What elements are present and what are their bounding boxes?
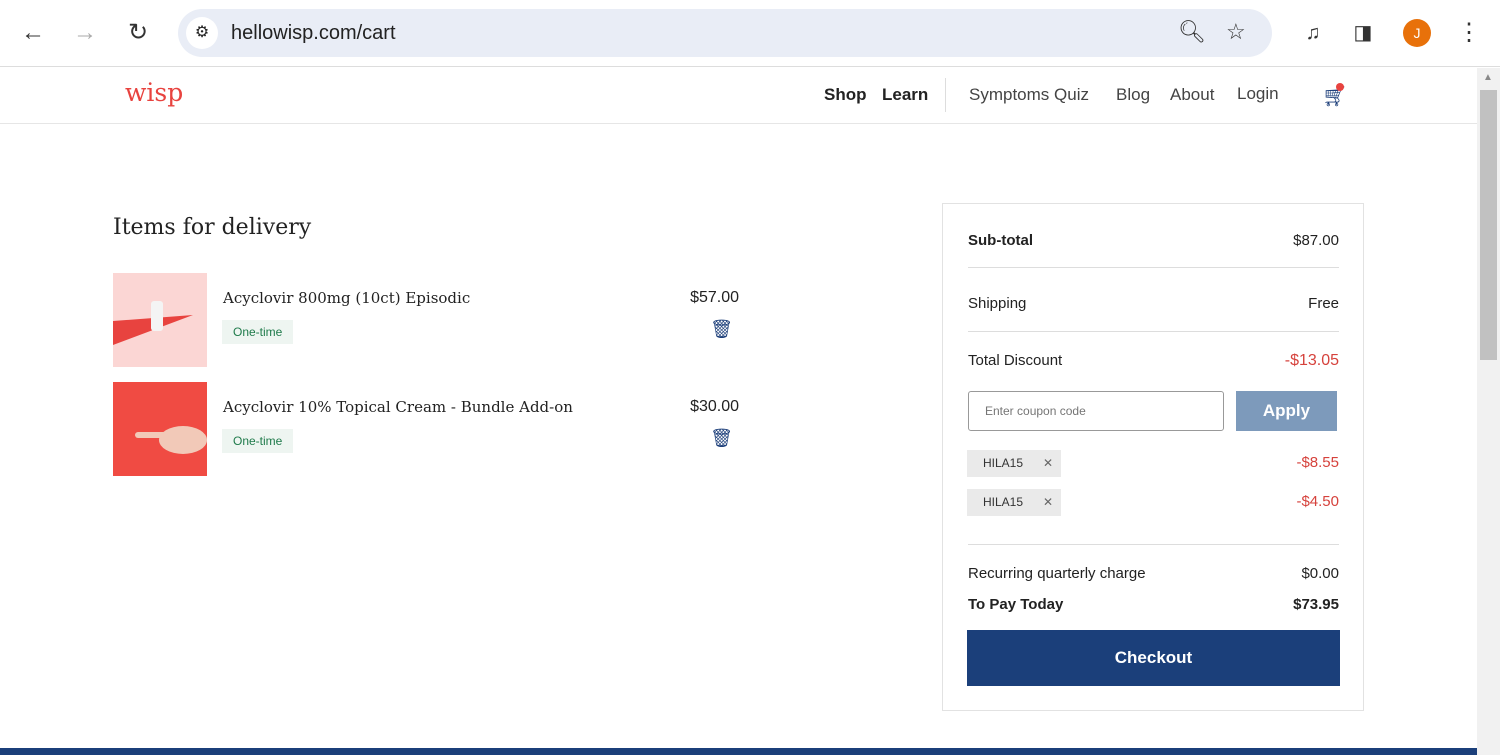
- pay-today-label: To Pay Today: [968, 596, 1064, 613]
- browser-toolbar: ← → ↻ ⚙ hellowisp.com/cart 🔍︎ ☆ ♫ ◨ J ⋮: [0, 0, 1500, 67]
- coupon-amount: -$4.50: [1296, 493, 1339, 510]
- nav-login[interactable]: Login: [1237, 84, 1279, 104]
- site-settings-icon[interactable]: ⚙: [186, 17, 218, 49]
- nav-divider: [945, 78, 946, 112]
- coupon-input[interactable]: [968, 391, 1224, 431]
- forward-icon[interactable]: →: [70, 18, 100, 48]
- trash-icon[interactable]: 🗑︎: [710, 428, 733, 449]
- item-name[interactable]: Acyclovir 800mg (10ct) Episodic: [223, 289, 470, 307]
- item-price: $57.00: [690, 289, 739, 306]
- url-text[interactable]: hellowisp.com/cart: [231, 22, 396, 45]
- footer-bar: [0, 748, 1477, 755]
- item-name[interactable]: Acyclovir 10% Topical Cream - Bundle Add…: [223, 398, 573, 416]
- shipping-row: Shipping Free: [968, 295, 1339, 312]
- checkout-button[interactable]: Checkout: [967, 630, 1340, 686]
- one-time-badge: One-time: [222, 320, 294, 344]
- cart-title: Items for delivery: [113, 215, 312, 240]
- coupon-amount: -$8.55: [1296, 454, 1339, 471]
- subtotal-label: Sub-total: [968, 232, 1033, 249]
- nav-blog[interactable]: Blog: [1116, 85, 1150, 105]
- cart-item: Acyclovir 800mg (10ct) Episodic One-time…: [113, 273, 743, 367]
- recurring-row: Recurring quarterly charge $0.00: [968, 565, 1339, 582]
- cart-item: Acyclovir 10% Topical Cream - Bundle Add…: [113, 382, 743, 476]
- wisp-logo[interactable]: wisp: [125, 78, 183, 107]
- product-image-cream: [113, 382, 207, 476]
- coupon-chip: HILA15 ✕: [967, 450, 1061, 477]
- scroll-up-icon[interactable]: ▲: [1483, 72, 1493, 83]
- back-icon[interactable]: ←: [18, 18, 48, 48]
- address-bar[interactable]: ⚙ hellowisp.com/cart 🔍︎ ☆: [178, 9, 1272, 57]
- item-price: $30.00: [690, 398, 739, 415]
- divider: [968, 267, 1339, 268]
- coupon-code: HILA15: [983, 456, 1024, 470]
- discount-row: Total Discount -$13.05: [968, 352, 1339, 369]
- cart-notification-dot: [1336, 83, 1344, 91]
- zoom-icon[interactable]: 🔍︎: [1178, 19, 1206, 45]
- reload-icon[interactable]: ↻: [123, 18, 153, 48]
- media-icon[interactable]: ♫: [1298, 18, 1328, 48]
- shipping-label: Shipping: [968, 295, 1027, 312]
- subtotal-value: $87.00: [1293, 232, 1339, 249]
- apply-button[interactable]: Apply: [1236, 391, 1337, 431]
- product-image-tablets: [113, 273, 207, 367]
- side-panel-icon[interactable]: ◨: [1348, 18, 1378, 48]
- profile-avatar[interactable]: J: [1403, 19, 1431, 47]
- pay-today-row: To Pay Today $73.95: [968, 596, 1339, 613]
- scrollbar-thumb[interactable]: [1480, 90, 1497, 360]
- remove-coupon-icon[interactable]: ✕: [1043, 489, 1053, 516]
- order-summary: Sub-total $87.00 Shipping Free Total Disco…: [942, 203, 1364, 711]
- nav-about[interactable]: About: [1170, 85, 1214, 105]
- discount-label: Total Discount: [968, 352, 1063, 369]
- nav-symptoms-quiz[interactable]: Symptoms Quiz: [969, 85, 1089, 105]
- discount-value: -$13.05: [1284, 352, 1339, 369]
- pay-today-value: $73.95: [1293, 596, 1339, 613]
- remove-coupon-icon[interactable]: ✕: [1043, 450, 1053, 477]
- shipping-value: Free: [1308, 295, 1339, 312]
- subtotal-row: Sub-total $87.00: [968, 232, 1339, 249]
- trash-icon[interactable]: 🗑︎: [710, 319, 733, 340]
- divider: [968, 331, 1339, 332]
- recurring-label: Recurring quarterly charge: [968, 565, 1146, 582]
- coupon-chip: HILA15 ✕: [967, 489, 1061, 516]
- menu-icon[interactable]: ⋮: [1454, 18, 1484, 48]
- site-header: wisp Shop Learn Symptoms Quiz Blog About…: [0, 68, 1477, 124]
- recurring-value: $0.00: [1301, 565, 1339, 582]
- divider: [968, 544, 1339, 545]
- nav-learn[interactable]: Learn: [882, 85, 928, 105]
- coupon-code: HILA15: [983, 495, 1024, 509]
- one-time-badge: One-time: [222, 429, 294, 453]
- bookmark-star-icon[interactable]: ☆: [1226, 19, 1246, 45]
- nav-shop[interactable]: Shop: [824, 85, 867, 105]
- scrollbar[interactable]: ▲: [1477, 68, 1500, 755]
